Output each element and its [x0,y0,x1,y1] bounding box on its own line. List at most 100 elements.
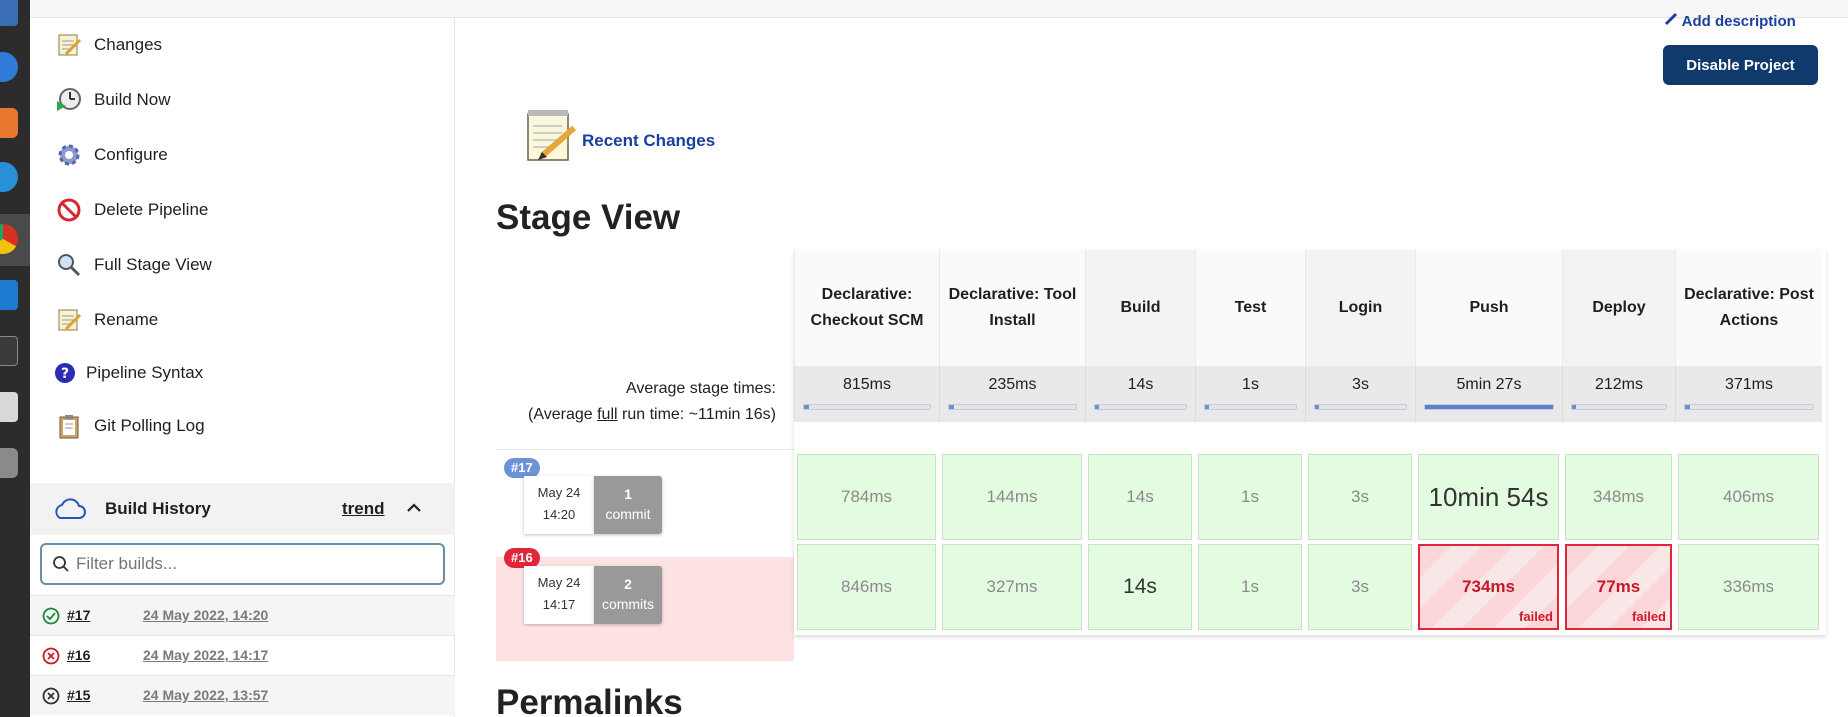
stage-cell[interactable]: 144ms [942,454,1082,540]
run-time: 14:20 [542,507,576,522]
filter-builds-input[interactable] [76,553,426,575]
stage-cell[interactable]: 14s [1088,454,1192,540]
task-changes[interactable]: Changes [54,25,162,65]
stage-cell[interactable]: 327ms [942,544,1082,630]
task-configure[interactable]: Configure [54,135,168,175]
avg-full-run-text: (Average full run time: ~11min 16s) [496,402,776,428]
vscode-icon[interactable] [0,280,18,310]
run-date: May 24 [537,575,581,590]
stage-cell-time: 14s [1123,575,1157,598]
stage-cell[interactable]: 77ms failed [1565,544,1672,630]
stage-average-bar-fill [804,405,810,409]
dock-app-icon[interactable] [0,0,18,26]
stage-average-time: 3s [1352,376,1369,393]
stage-cell[interactable]: 10min 54s [1418,454,1559,540]
stage-cell-time: 327ms [986,577,1038,596]
stage-average-bar [1571,404,1667,410]
build-row[interactable]: #16 24 May 2022, 14:17 [30,635,455,675]
stage-average-bar [1094,404,1187,410]
stage-cell-time: 336ms [1722,577,1775,596]
task-pipeline-syntax[interactable]: ? Pipeline Syntax [54,353,203,393]
build-row[interactable]: #17 24 May 2022, 14:20 [30,595,455,635]
stage-view-heading: Stage View [496,198,681,237]
stage-view-table: Declarative: Checkout SCM 815ms Declarativ… [794,250,1826,635]
stage-cell[interactable]: 1s [1198,544,1302,630]
chevron-up-icon[interactable] [406,500,422,521]
ubuntu-dock [0,0,30,717]
dock-app-icon[interactable] [0,448,18,478]
add-description-link[interactable]: Add description [1664,12,1796,30]
avg-full-suffix: run time: ~11min 16s) [617,406,776,423]
run-commits-box[interactable]: 1 commit [594,476,662,534]
build-date-link[interactable]: 24 May 2022, 14:20 [143,607,268,623]
task-label: Configure [94,145,168,164]
stage-cell-time: 846ms [840,577,893,596]
stage-header: Declarative: Tool Install [939,250,1085,366]
stage-cell[interactable]: 734ms failed [1418,544,1559,630]
dock-app-icon[interactable] [0,108,18,138]
run-time: 14:17 [542,597,576,612]
task-git-polling-log[interactable]: Git Polling Log [54,406,205,446]
clock-play-icon [54,85,84,115]
stage-average-bar-fill [949,405,955,409]
build-date-link[interactable]: 24 May 2022, 13:57 [143,687,268,703]
stage-header: Declarative: Post Actions [1675,250,1822,366]
build-history-title: Build History [105,499,211,518]
stage-cell[interactable]: 406ms [1678,454,1819,540]
build-row[interactable]: #15 24 May 2022, 13:57 [30,675,455,715]
stage-cell-time: 3s [1351,577,1369,596]
build-number-link[interactable]: #16 [67,647,90,663]
stage-cell[interactable]: 784ms [797,454,936,540]
stage-average-bar [803,404,931,410]
success-status-icon [42,607,60,630]
stage-header: Test [1195,250,1305,366]
stage-cell-time: 3s [1351,487,1369,506]
stage-cell[interactable]: 1s [1198,454,1302,540]
notepad-icon [54,30,84,60]
avg-full-link[interactable]: full [597,406,617,423]
magnifier-icon [54,250,84,280]
build-number-link[interactable]: #17 [67,607,90,623]
task-label: Rename [94,310,159,329]
dock-app-icon[interactable] [0,52,18,82]
svg-text:?: ? [61,366,69,382]
task-build-now[interactable]: Build Now [54,80,171,120]
clipboard-icon [54,411,84,441]
stage-cell[interactable]: 3s [1308,454,1412,540]
commit-word: commits [601,596,655,612]
task-delete-pipeline[interactable]: Delete Pipeline [54,190,208,230]
task-rename[interactable]: Rename [54,300,158,340]
build-history-header: Build History trend [30,483,455,535]
disable-project-button[interactable]: Disable Project [1663,45,1818,85]
stage-average: 3s [1305,366,1415,422]
stage-average: 1s [1195,366,1305,422]
stage-cell[interactable]: 14s [1088,544,1192,630]
stage-average-bar-fill [1572,405,1576,409]
run-badge[interactable]: #16 [504,548,540,568]
run-badge[interactable]: #17 [504,458,540,478]
notepad-icon [54,305,84,335]
recent-changes-link[interactable]: Recent Changes [520,106,715,169]
stage-cell[interactable]: 336ms [1678,544,1819,630]
build-number-link[interactable]: #15 [67,687,90,703]
trend-link[interactable]: trend [342,499,385,519]
run-commits-box[interactable]: 2 commits [594,566,662,624]
dock-app-icon[interactable] [0,392,18,422]
pencil-icon [1664,12,1678,26]
stage-average: 371ms [1675,366,1822,422]
dock-app-icon[interactable] [0,336,18,366]
task-label: Changes [94,35,163,54]
task-full-stage-view[interactable]: Full Stage View [54,245,212,285]
task-label: Build Now [94,90,171,109]
stage-cell[interactable]: 846ms [797,544,936,630]
stage-average-bar-fill [1685,405,1691,409]
stage-cell[interactable]: 3s [1308,544,1412,630]
stage-header: Push [1415,250,1562,366]
average-times-label: Average stage times: (Average full run t… [496,376,776,428]
stage-cell[interactable]: 348ms [1565,454,1672,540]
gear-icon [54,140,84,170]
stage-average-time: 815ms [842,376,892,393]
build-date-link[interactable]: 24 May 2022, 14:17 [143,647,268,663]
dock-app-icon[interactable] [0,162,18,192]
task-label: Git Polling Log [94,416,205,435]
